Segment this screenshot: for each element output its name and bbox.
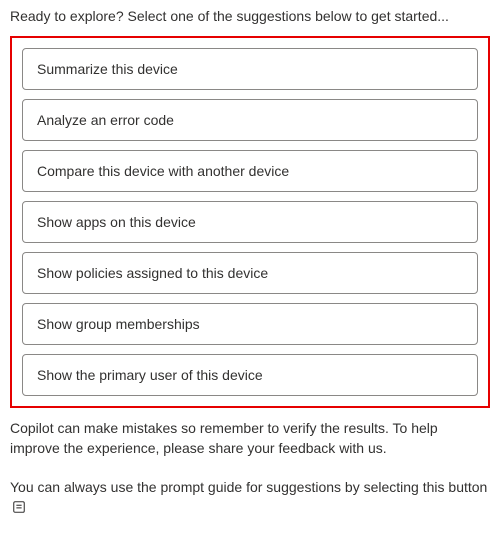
prompt-guide-hint-text: You can always use the prompt guide for … [10, 479, 487, 495]
suggestion-summarize-device[interactable]: Summarize this device [22, 48, 478, 90]
suggestion-compare-device[interactable]: Compare this device with another device [22, 150, 478, 192]
prompt-guide-hint: You can always use the prompt guide for … [10, 477, 490, 518]
suggestion-show-group-memberships[interactable]: Show group memberships [22, 303, 478, 345]
suggestion-show-policies[interactable]: Show policies assigned to this device [22, 252, 478, 294]
suggestions-highlight-box: Summarize this device Analyze an error c… [10, 36, 490, 408]
intro-text: Ready to explore? Select one of the sugg… [10, 8, 490, 24]
suggestion-show-apps[interactable]: Show apps on this device [22, 201, 478, 243]
suggestion-show-primary-user[interactable]: Show the primary user of this device [22, 354, 478, 396]
disclaimer-text: Copilot can make mistakes so remember to… [10, 418, 490, 459]
suggestion-analyze-error-code[interactable]: Analyze an error code [22, 99, 478, 141]
prompt-guide-icon [12, 500, 26, 514]
